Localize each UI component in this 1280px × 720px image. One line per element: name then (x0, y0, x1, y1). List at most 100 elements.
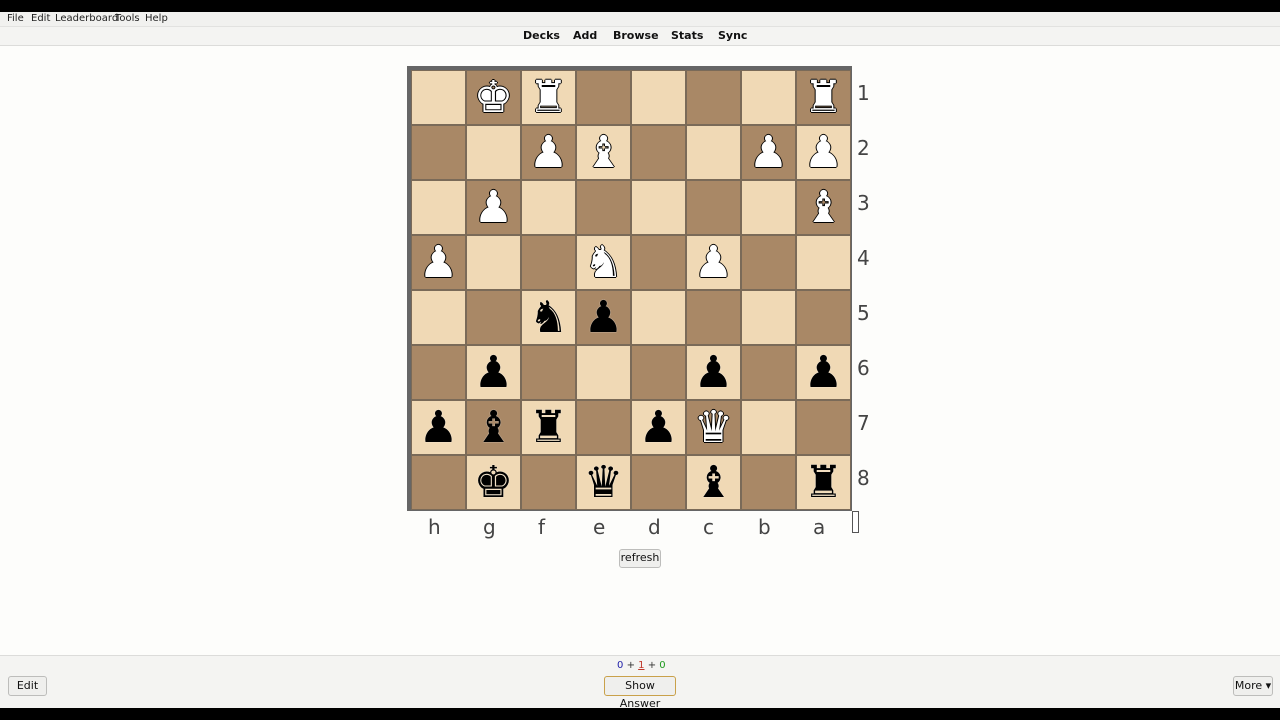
black-bishop-icon[interactable]: ♝ (694, 455, 733, 510)
board-square[interactable] (686, 290, 741, 345)
menu-edit[interactable]: Edit (31, 12, 50, 26)
black-rook-icon[interactable]: ♜ (529, 400, 568, 455)
menu-file[interactable]: File (7, 12, 24, 26)
menu-help[interactable]: Help (145, 12, 168, 26)
board-square[interactable]: ♞ (576, 235, 631, 290)
board-square[interactable]: ♛ (576, 455, 631, 510)
refresh-button[interactable]: refresh (619, 549, 661, 568)
toolbar-add[interactable]: Add (573, 29, 597, 43)
board-square[interactable] (741, 70, 796, 125)
board-square[interactable]: ♝ (576, 125, 631, 180)
board-square[interactable]: ♟ (796, 345, 851, 400)
white-bishop-icon[interactable]: ♝ (804, 180, 843, 235)
board-square[interactable] (631, 290, 686, 345)
board-square[interactable]: ♟ (411, 235, 466, 290)
board-square[interactable] (686, 70, 741, 125)
board-square[interactable] (521, 180, 576, 235)
white-queen-icon[interactable]: ♛ (694, 400, 733, 455)
board-square[interactable] (576, 180, 631, 235)
black-pawn-icon[interactable]: ♟ (584, 290, 623, 345)
board-square[interactable] (741, 180, 796, 235)
board-square[interactable] (411, 125, 466, 180)
board-square[interactable]: ♚ (466, 70, 521, 125)
board-square[interactable]: ♜ (521, 70, 576, 125)
board-square[interactable]: ♝ (686, 455, 741, 510)
board-square[interactable]: ♟ (411, 400, 466, 455)
board-square[interactable] (741, 400, 796, 455)
white-rook-icon[interactable]: ♜ (529, 70, 568, 125)
board-square[interactable] (631, 455, 686, 510)
board-square[interactable]: ♜ (796, 70, 851, 125)
board-square[interactable] (796, 400, 851, 455)
board-square[interactable] (741, 345, 796, 400)
board-square[interactable] (521, 345, 576, 400)
white-rook-icon[interactable]: ♜ (804, 70, 843, 125)
black-pawn-icon[interactable]: ♟ (694, 345, 733, 400)
board-square[interactable] (466, 125, 521, 180)
board-square[interactable] (631, 70, 686, 125)
edit-card-button[interactable]: Edit (8, 676, 47, 696)
board-square[interactable]: ♞ (521, 290, 576, 345)
white-pawn-icon[interactable]: ♟ (749, 125, 788, 180)
board-square[interactable] (631, 125, 686, 180)
more-button[interactable]: More ▾ (1233, 676, 1273, 696)
board-square[interactable] (741, 290, 796, 345)
board-square[interactable]: ♝ (796, 180, 851, 235)
board-square[interactable] (411, 70, 466, 125)
white-pawn-icon[interactable]: ♟ (694, 235, 733, 290)
board-square[interactable]: ♟ (466, 345, 521, 400)
board-square[interactable] (686, 180, 741, 235)
black-knight-icon[interactable]: ♞ (529, 290, 568, 345)
board-square[interactable]: ♚ (466, 455, 521, 510)
black-king-icon[interactable]: ♚ (474, 455, 513, 510)
board-square[interactable] (411, 180, 466, 235)
board-square[interactable]: ♟ (686, 345, 741, 400)
black-pawn-icon[interactable]: ♟ (804, 345, 843, 400)
board-square[interactable] (631, 345, 686, 400)
black-pawn-icon[interactable]: ♟ (474, 345, 513, 400)
board-square[interactable]: ♟ (521, 125, 576, 180)
board-square[interactable] (411, 455, 466, 510)
board-square[interactable]: ♝ (466, 400, 521, 455)
board-square[interactable] (741, 235, 796, 290)
board-square[interactable] (466, 235, 521, 290)
board-square[interactable] (796, 235, 851, 290)
board-square[interactable] (576, 345, 631, 400)
board-square[interactable] (466, 290, 521, 345)
menu-leaderboard[interactable]: Leaderboard (55, 12, 118, 26)
white-knight-icon[interactable]: ♞ (584, 235, 623, 290)
toolbar-decks[interactable]: Decks (523, 29, 560, 43)
board-square[interactable]: ♟ (576, 290, 631, 345)
toolbar-browse[interactable]: Browse (613, 29, 659, 43)
board-square[interactable]: ♛ (686, 400, 741, 455)
board-square[interactable] (576, 70, 631, 125)
white-bishop-icon[interactable]: ♝ (584, 125, 623, 180)
board-square[interactable] (521, 235, 576, 290)
board-square[interactable]: ♜ (521, 400, 576, 455)
board-square[interactable]: ♟ (741, 125, 796, 180)
board-square[interactable]: ♜ (796, 455, 851, 510)
board-square[interactable] (741, 455, 796, 510)
black-queen-icon[interactable]: ♛ (584, 455, 623, 510)
board-square[interactable] (411, 345, 466, 400)
board-square[interactable]: ♟ (631, 400, 686, 455)
white-pawn-icon[interactable]: ♟ (474, 180, 513, 235)
toolbar-sync[interactable]: Sync (718, 29, 747, 43)
board-square[interactable] (686, 125, 741, 180)
board-square[interactable]: ♟ (686, 235, 741, 290)
white-pawn-icon[interactable]: ♟ (529, 125, 568, 180)
white-king-icon[interactable]: ♚ (474, 70, 513, 125)
black-pawn-icon[interactable]: ♟ (639, 400, 678, 455)
white-pawn-icon[interactable]: ♟ (419, 235, 458, 290)
board-square[interactable] (521, 455, 576, 510)
black-bishop-icon[interactable]: ♝ (474, 400, 513, 455)
board-square[interactable] (796, 290, 851, 345)
black-rook-icon[interactable]: ♜ (804, 455, 843, 510)
menu-tools[interactable]: Tools (115, 12, 140, 26)
black-pawn-icon[interactable]: ♟ (419, 400, 458, 455)
board-square[interactable] (576, 400, 631, 455)
toolbar-stats[interactable]: Stats (671, 29, 703, 43)
board-square[interactable] (411, 290, 466, 345)
board-square[interactable] (631, 180, 686, 235)
board-square[interactable]: ♟ (466, 180, 521, 235)
